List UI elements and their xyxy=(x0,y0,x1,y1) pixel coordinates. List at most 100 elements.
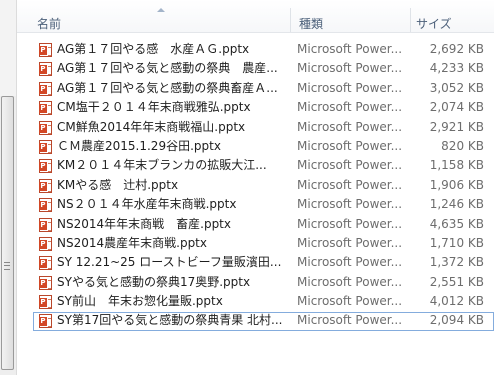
file-name[interactable]: SY前山 年末お惣化量販.pptx xyxy=(57,292,289,311)
document-lines-icon xyxy=(48,105,51,115)
column-header-name[interactable]: 名前 xyxy=(17,0,290,32)
powerpoint-badge-icon: P xyxy=(39,298,47,308)
powerpoint-badge-icon: P xyxy=(39,220,47,230)
file-size: 2,551 KB xyxy=(429,274,484,289)
file-type: Microsoft Power... xyxy=(297,100,403,115)
document-lines-icon xyxy=(48,66,51,76)
file-list: P AG第１７回やる感 水産ＡＧ.pptx Microsoft Power... 2,… xyxy=(17,40,494,332)
powerpoint-file-icon: P xyxy=(39,275,52,290)
file-row[interactable]: P SYやる気と感動の祭典17奥野.pptx Microsoft Power... 2… xyxy=(17,273,494,292)
file-type: Microsoft Power... xyxy=(297,177,403,192)
file-type: Microsoft Power... xyxy=(297,80,403,95)
file-size: 4,635 KB xyxy=(429,216,484,231)
file-name[interactable]: NS2014年年末商戦 畜産.pptx xyxy=(57,215,289,234)
powerpoint-badge-icon: P xyxy=(39,123,47,133)
file-name[interactable]: AG第１７回やる感 水産ＡＧ.pptx xyxy=(57,40,289,59)
file-type: Microsoft Power... xyxy=(297,42,403,56)
powerpoint-badge-icon: P xyxy=(39,201,47,211)
powerpoint-file-icon: P xyxy=(39,217,52,232)
document-lines-icon xyxy=(48,163,51,173)
file-size: 1,372 KB xyxy=(429,255,484,270)
file-row[interactable]: P AG第１７回やる気と感動の祭典畜産Ａ... Microsoft Power...… xyxy=(17,79,494,98)
powerpoint-badge-icon: P xyxy=(39,239,47,249)
file-type: Microsoft Power... xyxy=(297,235,403,250)
column-header-size[interactable]: サイズ xyxy=(410,0,494,32)
file-name[interactable]: NS2014農産年末商戦.pptx xyxy=(57,234,289,253)
powerpoint-badge-icon: P xyxy=(39,46,47,55)
file-row[interactable]: P ＣＭ農産2015.1.29谷田.pptx Microsoft Power... 8… xyxy=(17,137,494,156)
file-type: Microsoft Power... xyxy=(297,197,403,212)
column-header-type[interactable]: 種類 xyxy=(290,0,410,32)
scrollbar-track[interactable] xyxy=(0,0,16,96)
powerpoint-file-icon: P xyxy=(39,43,52,57)
file-size: 4,233 KB xyxy=(429,61,484,76)
file-name[interactable]: SY第17回やる気と感動の祭典青果 北村... xyxy=(57,311,289,330)
file-name[interactable]: KMやる感 辻村.pptx xyxy=(57,176,289,195)
file-row[interactable]: P NS2014年年末商戦 畜産.pptx Microsoft Power... 4,… xyxy=(17,215,494,234)
powerpoint-badge-icon: P xyxy=(39,162,47,172)
file-row[interactable]: P NS2014農産年末商戦.pptx Microsoft Power... 1,71… xyxy=(17,234,494,253)
powerpoint-file-icon: P xyxy=(39,295,52,310)
powerpoint-file-icon: P xyxy=(39,139,52,154)
powerpoint-file-icon: P xyxy=(39,314,52,329)
file-size: 1,158 KB xyxy=(429,158,484,173)
powerpoint-badge-icon: P xyxy=(39,142,47,152)
file-name[interactable]: AG第１７回やる気と感動の祭典畜産Ａ... xyxy=(57,79,289,98)
file-row[interactable]: P CM塩干２０１４年末商戦雅弘.pptx Microsoft Power... 2,… xyxy=(17,98,494,117)
file-name[interactable]: CM鮮魚2014年年末商戦福山.pptx xyxy=(57,118,289,137)
file-size: 2,692 KB xyxy=(429,42,484,56)
file-name[interactable]: ＣＭ農産2015.1.29谷田.pptx xyxy=(57,137,289,156)
file-row[interactable]: P KMやる感 辻村.pptx Microsoft Power... 1,906 KB xyxy=(17,176,494,195)
powerpoint-file-icon: P xyxy=(39,236,52,251)
document-lines-icon xyxy=(48,221,51,231)
file-name[interactable]: SY 12.21~25 ローストビーフ量販濱田... xyxy=(57,253,289,272)
powerpoint-badge-icon: P xyxy=(39,65,47,75)
file-size: 2,921 KB xyxy=(429,119,484,134)
scrollbar-grip-icon xyxy=(4,262,10,270)
powerpoint-badge-icon: P xyxy=(39,181,47,191)
powerpoint-file-icon: P xyxy=(39,159,52,174)
file-type: Microsoft Power... xyxy=(297,294,403,309)
document-lines-icon xyxy=(48,240,51,250)
file-type: Microsoft Power... xyxy=(297,255,403,270)
powerpoint-file-icon: P xyxy=(39,81,52,96)
file-name[interactable]: AG第１７回やる気と感動の祭典 農産... xyxy=(57,59,289,78)
file-size: 3,052 KB xyxy=(429,80,484,95)
file-type: Microsoft Power... xyxy=(297,61,403,76)
file-type: Microsoft Power... xyxy=(297,138,403,153)
file-row[interactable]: P AG第１７回やる感 水産ＡＧ.pptx Microsoft Power... 2,… xyxy=(17,40,494,59)
document-lines-icon xyxy=(48,182,51,192)
file-size: 1,906 KB xyxy=(429,177,484,192)
file-type: Microsoft Power... xyxy=(297,119,403,134)
powerpoint-file-icon: P xyxy=(39,256,52,271)
powerpoint-badge-icon: P xyxy=(39,317,47,327)
file-name[interactable]: KM２０１４年末ブランカの拡販大江... xyxy=(57,156,289,175)
document-lines-icon xyxy=(48,124,51,134)
file-size: 4,012 KB xyxy=(429,294,484,309)
file-row[interactable]: P SY 12.21~25 ローストビーフ量販濱田... Microsoft Pow… xyxy=(17,253,494,272)
file-row[interactable]: P CM鮮魚2014年年末商戦福山.pptx Microsoft Power... 2… xyxy=(17,118,494,137)
file-row[interactable]: P NS２０１４年水産年末商戦.pptx Microsoft Power... 1,2… xyxy=(17,195,494,214)
powerpoint-badge-icon: P xyxy=(39,278,47,288)
file-type: Microsoft Power... xyxy=(297,216,403,231)
file-row[interactable]: P SY第17回やる気と感動の祭典青果 北村... Microsoft Power.… xyxy=(17,311,494,332)
document-lines-icon xyxy=(48,85,51,95)
column-header-bar: 名前 種類 サイズ xyxy=(17,0,494,33)
powerpoint-file-icon: P xyxy=(39,198,52,213)
powerpoint-file-icon: P xyxy=(39,120,52,135)
powerpoint-file-icon: P xyxy=(39,101,52,116)
file-row[interactable]: P SY前山 年末お惣化量販.pptx Microsoft Power... 4,01… xyxy=(17,292,494,311)
file-name[interactable]: NS２０１４年水産年末商戦.pptx xyxy=(57,195,289,214)
vertical-scrollbar[interactable] xyxy=(0,0,17,375)
file-size: 2,074 KB xyxy=(429,100,484,115)
scrollbar-thumb[interactable] xyxy=(1,96,14,370)
file-row[interactable]: P KM２０１４年末ブランカの拡販大江... Microsoft Power... 1… xyxy=(17,156,494,175)
document-lines-icon xyxy=(48,299,51,309)
document-lines-icon xyxy=(48,143,51,153)
file-row[interactable]: P AG第１７回やる気と感動の祭典 農産... Microsoft Power...… xyxy=(17,59,494,78)
file-name[interactable]: CM塩干２０１４年末商戦雅弘.pptx xyxy=(57,98,289,117)
file-name[interactable]: SYやる気と感動の祭典17奥野.pptx xyxy=(57,273,289,292)
document-lines-icon xyxy=(48,202,51,212)
file-type: Microsoft Power... xyxy=(297,158,403,173)
powerpoint-file-icon: P xyxy=(39,62,52,77)
